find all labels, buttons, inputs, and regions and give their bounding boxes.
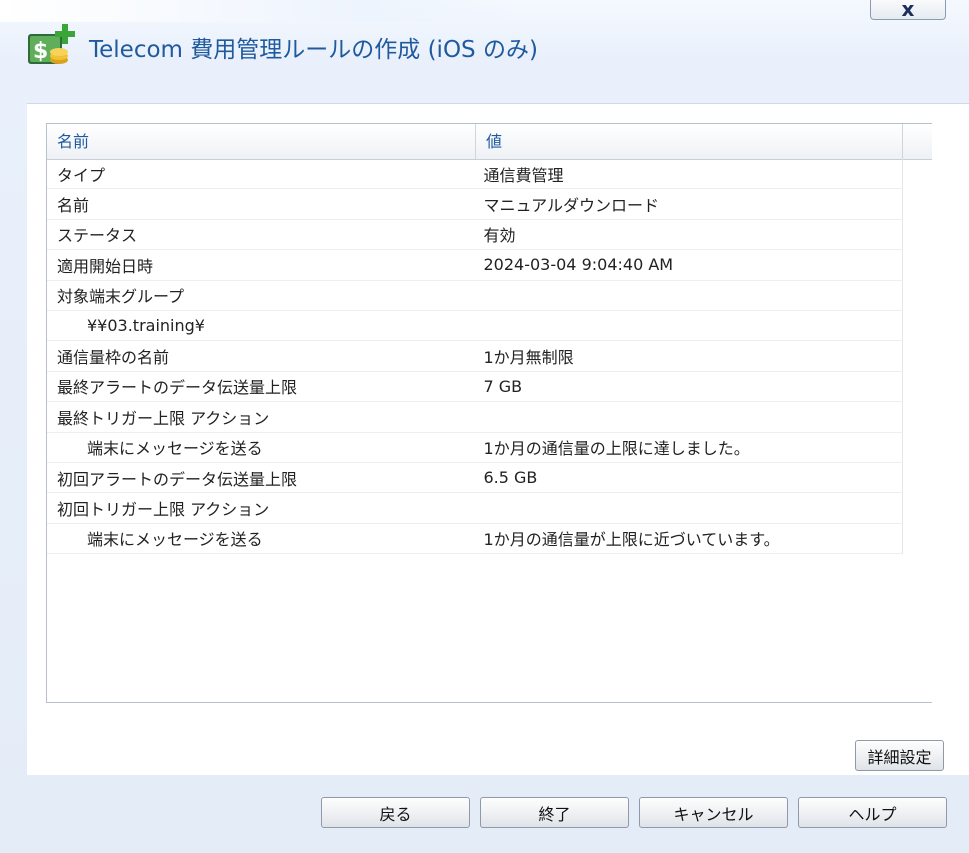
cancel-button[interactable]: キャンセル xyxy=(639,797,788,828)
table-row[interactable]: ステータス 有効 xyxy=(47,219,903,251)
summary-table[interactable]: 名前 値 タイプ 通信費管理 名前 マニュアルダウンロード ステータス 有効 適用開始日時 2… xyxy=(46,123,932,703)
close-icon: x xyxy=(901,0,915,21)
row-name-cell: 端末にメッセージを送る xyxy=(87,439,263,459)
row-value-cell: 1か月無制限 xyxy=(483,348,574,368)
row-value-cell: マニュアルダウンロード xyxy=(483,196,660,216)
row-name-cell: 通信量枠の名前 xyxy=(57,348,170,368)
row-value-cell: 1か月の通信量の上限に達しました。 xyxy=(483,439,750,459)
row-name-cell: 初回トリガー上限 アクション xyxy=(57,499,270,519)
row-name-cell: 端末にメッセージを送る xyxy=(87,530,263,550)
row-value-cell: 通信費管理 xyxy=(483,165,564,185)
title-bar-decoration xyxy=(0,0,520,22)
row-name-cell: 最終アラートのデータ伝送量上限 xyxy=(57,378,298,398)
help-button[interactable]: ヘルプ xyxy=(798,797,947,828)
row-name-cell: ステータス xyxy=(57,226,138,246)
table-row[interactable]: 通信量枠の名前 1か月無制限 xyxy=(47,341,903,372)
table-row[interactable]: タイプ 通信費管理 xyxy=(47,159,903,190)
content-panel: 名前 値 タイプ 通信費管理 名前 マニュアルダウンロード ステータス 有効 適用開始日時 2… xyxy=(27,103,969,775)
table-row[interactable]: 名前 マニュアルダウンロード xyxy=(47,189,903,220)
table-row[interactable]: 最終アラートのデータ伝送量上限 7 GB xyxy=(47,371,903,403)
row-name-cell: ¥¥03.training¥ xyxy=(87,316,205,336)
table-row[interactable]: 初回アラートのデータ伝送量上限 6.5 GB xyxy=(47,462,903,494)
svg-text:$: $ xyxy=(33,39,48,64)
row-name-cell: 初回アラートのデータ伝送量上限 xyxy=(57,469,298,489)
column-header-value[interactable]: 値 xyxy=(476,124,903,159)
rule-wizard-dialog: x $ Telecom 費用管理ルールの作成 (iOS のみ) 名前 値 タイプ… xyxy=(0,0,969,853)
table-row[interactable]: 初回トリガー上限 アクション xyxy=(47,493,903,524)
telecom-cost-add-icon: $ xyxy=(28,24,75,64)
finish-button[interactable]: 終了 xyxy=(480,797,629,828)
table-row[interactable]: 端末にメッセージを送る 1か月の通信量が上限に近づいています。 xyxy=(47,523,903,555)
table-row[interactable]: ¥¥03.training¥ xyxy=(47,310,903,342)
column-header-spacer xyxy=(903,124,932,159)
table-header: 名前 値 xyxy=(47,124,932,160)
table-row[interactable]: 対象端末グループ xyxy=(47,280,903,311)
table-row[interactable]: 最終トリガー上限 アクション xyxy=(47,402,903,433)
back-button[interactable]: 戻る xyxy=(321,797,470,828)
advanced-settings-button[interactable]: 詳細設定 xyxy=(855,740,944,771)
table-row[interactable]: 端末にメッセージを送る 1か月の通信量の上限に達しました。 xyxy=(47,432,903,463)
row-value-cell: 1か月の通信量が上限に近づいています。 xyxy=(483,530,780,550)
row-name-cell: 最終トリガー上限 アクション xyxy=(57,408,270,428)
row-name-cell: 適用開始日時 xyxy=(57,256,154,276)
row-name-cell: 対象端末グループ xyxy=(57,287,185,307)
row-value-cell: 6.5 GB xyxy=(483,468,538,488)
close-button[interactable]: x xyxy=(870,0,946,21)
dialog-title: Telecom 費用管理ルールの作成 (iOS のみ) xyxy=(89,37,538,63)
row-name-cell: 名前 xyxy=(57,196,90,216)
row-name-cell: タイプ xyxy=(57,165,106,185)
table-row[interactable]: 適用開始日時 2024-03-04 9:04:40 AM xyxy=(47,250,903,281)
row-value-cell: 有効 xyxy=(483,226,516,246)
column-header-name[interactable]: 名前 xyxy=(47,124,476,159)
table-body: タイプ 通信費管理名前 マニュアルダウンロードステータス 有効適用開始日時 2024-0… xyxy=(47,159,903,555)
row-value-cell: 7 GB xyxy=(483,376,523,396)
row-value-cell: 2024-03-04 9:04:40 AM xyxy=(483,255,674,275)
